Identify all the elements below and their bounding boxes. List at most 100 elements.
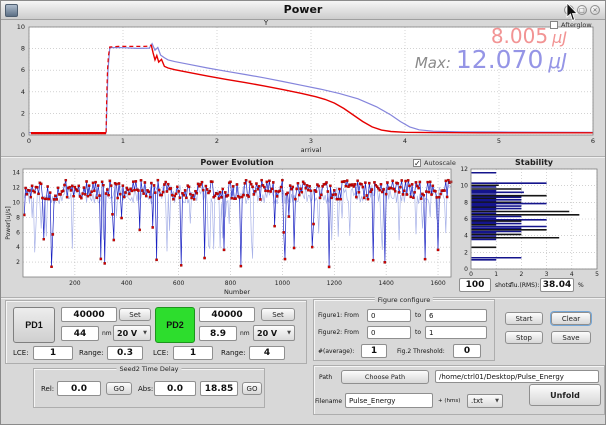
svg-text:400: 400 [121, 280, 133, 287]
stop-button[interactable]: Stop [505, 331, 543, 344]
clear-button[interactable]: Clear [551, 312, 591, 325]
svg-text:Number: Number [224, 288, 250, 296]
abs-label: Abs: [138, 385, 153, 393]
start-button[interactable]: Start [505, 312, 543, 325]
percent-label: % [578, 282, 584, 289]
save-button[interactable]: Save [551, 331, 591, 344]
lce1-input[interactable] [33, 346, 73, 360]
chevron-down-icon: ▼ [495, 398, 499, 404]
figure1-from-label: Figure1: From [318, 312, 359, 319]
mouse-cursor-icon [566, 3, 580, 23]
svg-text:6: 6 [21, 66, 25, 74]
pd1-button[interactable]: PD1 [13, 307, 55, 343]
svg-text:Y: Y [263, 19, 269, 27]
abs-go-button[interactable]: GO [242, 382, 262, 395]
svg-text:0: 0 [21, 131, 25, 139]
svg-text:1: 1 [121, 137, 125, 145]
rel-delay-input[interactable] [57, 381, 101, 396]
max-label: Max: [415, 54, 451, 72]
svg-text:2: 2 [16, 259, 20, 266]
figure-configure-title: Figure configure [375, 296, 433, 304]
pd2-gain-input[interactable] [199, 307, 255, 322]
seed2-panel-title: Seed2 Time Delay [116, 365, 181, 373]
rms-input[interactable] [540, 278, 574, 292]
range1-label: Range: [79, 349, 104, 357]
svg-text:12: 12 [460, 166, 468, 173]
abs-current-input[interactable] [200, 381, 238, 396]
svg-text:6: 6 [464, 216, 468, 223]
stability-chart: 012345024681012Stability [457, 157, 605, 279]
pd2-voltage-select[interactable]: 20 V ▼ [253, 325, 295, 341]
lce2-label: LCE: [153, 349, 169, 357]
checkbox-checked-icon: ✓ [413, 159, 421, 167]
pd1-set-button[interactable]: Set [119, 308, 151, 321]
svg-text:10: 10 [12, 200, 20, 207]
autoscale-label: Autoscale [424, 159, 456, 167]
rms-label: flu.(RMS): [510, 282, 539, 289]
svg-text:Power[uJ/s]: Power[uJ/s] [5, 206, 12, 240]
pd2-button[interactable]: PD2 [155, 307, 195, 343]
pd2-wavelength-input[interactable] [199, 326, 237, 341]
chevron-down-icon: ▼ [287, 330, 291, 336]
svg-text:0: 0 [469, 271, 473, 278]
rel-go-button[interactable]: GO [106, 382, 132, 395]
threshold-label: Fig.2 Threshold: [397, 348, 445, 355]
svg-text:4: 4 [16, 244, 20, 251]
figure1-from-input[interactable] [367, 309, 411, 322]
shots-input[interactable] [459, 278, 491, 292]
filename-input[interactable] [345, 393, 433, 408]
threshold-input[interactable] [453, 344, 481, 358]
autoscale-checkbox[interactable]: ✓ Autoscale [413, 159, 456, 167]
range2-input[interactable] [249, 346, 285, 360]
svg-text:8: 8 [21, 45, 25, 53]
svg-text:4: 4 [570, 271, 574, 278]
lce2-input[interactable] [173, 346, 213, 360]
pd1-gain-input[interactable] [61, 307, 117, 322]
pd2-voltage-value: 20 V [257, 329, 277, 338]
average-input[interactable] [361, 344, 387, 358]
svg-text:0: 0 [27, 137, 31, 145]
pd1-wavelength-input[interactable] [61, 326, 99, 341]
svg-text:6: 6 [16, 229, 20, 236]
svg-text:5: 5 [497, 137, 501, 145]
svg-text:2: 2 [464, 249, 468, 256]
pd1-voltage-value: 20 V [117, 329, 137, 338]
max-energy-unit: μJ [548, 49, 567, 73]
shots-label: shots [495, 282, 511, 289]
window-title: Power [1, 3, 605, 16]
hms-suffix-label: + (hms) [438, 398, 460, 404]
svg-text:1600: 1600 [430, 280, 445, 287]
svg-text:4: 4 [464, 233, 468, 240]
svg-text:1000: 1000 [275, 280, 290, 287]
path-input[interactable] [435, 370, 599, 383]
figure2-from-input[interactable] [367, 326, 411, 339]
svg-text:6: 6 [591, 137, 595, 145]
choose-path-button[interactable]: Choose Path [341, 370, 429, 384]
abs-delay-input[interactable] [154, 381, 196, 396]
to-label: to [415, 312, 421, 319]
svg-text:10: 10 [460, 183, 468, 190]
extension-select[interactable]: .txt ▼ [467, 394, 503, 408]
chevron-down-icon: ▼ [143, 330, 147, 336]
svg-text:200: 200 [69, 280, 81, 287]
max-energy-readout: Max: 12.070 μJ [415, 45, 567, 74]
svg-text:1400: 1400 [379, 280, 394, 287]
rel-label: Rel: [41, 385, 54, 393]
svg-text:3: 3 [545, 271, 549, 278]
close-button[interactable]: ✕ [590, 5, 600, 15]
unfold-button[interactable]: Unfold [529, 384, 601, 406]
figure1-to-input[interactable] [425, 309, 487, 322]
figure2-from-label: Figure2: From [318, 329, 359, 336]
svg-text:2: 2 [519, 271, 523, 278]
range1-input[interactable] [107, 346, 143, 360]
pd2-set-button[interactable]: Set [261, 308, 295, 321]
extension-value: .txt [471, 397, 483, 405]
svg-text:2: 2 [21, 109, 25, 117]
titlebar: Power – □ ✕ [1, 1, 605, 20]
filename-label: Filename [315, 398, 342, 405]
svg-text:8: 8 [16, 214, 20, 221]
figure2-to-input[interactable] [425, 326, 487, 339]
pd1-voltage-select[interactable]: 20 V ▼ [113, 325, 151, 341]
range2-label: Range: [221, 349, 246, 357]
svg-text:0: 0 [464, 266, 468, 273]
